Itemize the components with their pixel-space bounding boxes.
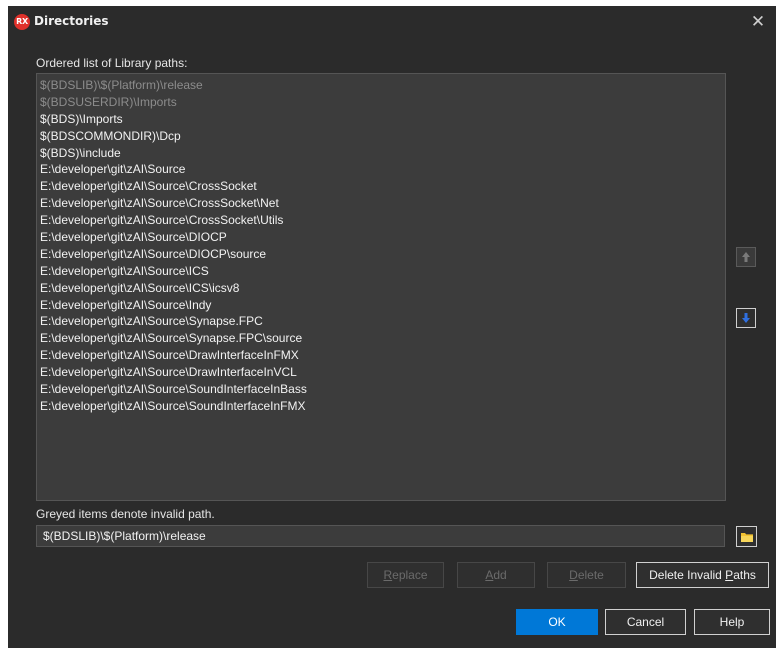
list-item[interactable]: $(BDS)\include (40, 145, 722, 162)
cancel-label: Cancel (626, 615, 665, 629)
path-input[interactable] (36, 525, 725, 547)
list-item[interactable]: E:\developer\git\zAI\Source\CrossSocket (40, 178, 722, 195)
directories-dialog: RX Directories ✕ Ordered list of Library… (8, 6, 776, 648)
list-item[interactable]: E:\developer\git\zAI\Source\DIOCP (40, 229, 722, 246)
browse-folder-button[interactable] (736, 526, 757, 547)
window-title: Directories (34, 14, 109, 28)
list-item[interactable]: E:\developer\git\zAI\Source\DIOCP\source (40, 246, 722, 263)
list-item[interactable]: E:\developer\git\zAI\Source\ICS (40, 263, 722, 280)
list-item[interactable]: E:\developer\git\zAI\Source\CrossSocket\… (40, 195, 722, 212)
replace-label: Replace (383, 568, 428, 582)
list-item[interactable]: E:\developer\git\zAI\Source (40, 161, 722, 178)
list-item[interactable]: $(BDSCOMMONDIR)\Dcp (40, 128, 722, 145)
ok-label: OK (548, 615, 566, 629)
list-item[interactable]: E:\developer\git\zAI\Source\SoundInterfa… (40, 381, 722, 398)
list-item[interactable]: E:\developer\git\zAI\Source\DrawInterfac… (40, 364, 722, 381)
move-down-button[interactable] (736, 308, 756, 328)
add-label: Add (485, 568, 507, 582)
add-button[interactable]: Add (457, 562, 535, 588)
folder-icon (740, 532, 753, 542)
replace-button[interactable]: Replace (367, 562, 444, 588)
arrow-down-icon (742, 313, 750, 323)
arrow-up-icon (742, 252, 750, 262)
help-button[interactable]: Help (694, 609, 770, 635)
library-path-list[interactable]: $(BDSLIB)\$(Platform)\release $(BDSUSERDI… (36, 73, 726, 501)
delete-invalid-paths-label: Delete Invalid Paths (649, 568, 756, 582)
list-item[interactable]: E:\developer\git\zAI\Source\DrawInterfac… (40, 347, 722, 364)
list-item[interactable]: E:\developer\git\zAI\Source\SoundInterfa… (40, 398, 722, 415)
help-label: Help (719, 615, 745, 629)
close-icon: ✕ (750, 12, 766, 32)
list-item[interactable]: E:\developer\git\zAI\Source\Synapse.FPC\… (40, 330, 722, 347)
list-item[interactable]: $(BDSLIB)\$(Platform)\release (40, 77, 722, 94)
list-item[interactable]: $(BDS)\Imports (40, 111, 722, 128)
delete-button[interactable]: Delete (547, 562, 626, 588)
cancel-button[interactable]: Cancel (605, 609, 686, 635)
invalid-path-note: Greyed items denote invalid path. (36, 507, 215, 521)
list-item[interactable]: E:\developer\git\zAI\Source\Indy (40, 297, 722, 314)
close-button[interactable]: ✕ (746, 10, 770, 34)
ok-button[interactable]: OK (516, 609, 598, 635)
list-item[interactable]: E:\developer\git\zAI\Source\Synapse.FPC (40, 313, 722, 330)
list-item[interactable]: E:\developer\git\zAI\Source\ICS\icsv8 (40, 280, 722, 297)
list-item[interactable]: $(BDSUSERDIR)\Imports (40, 94, 722, 111)
list-item[interactable]: E:\developer\git\zAI\Source\CrossSocket\… (40, 212, 722, 229)
delete-invalid-paths-button[interactable]: Delete Invalid Paths (636, 562, 769, 588)
delete-label: Delete (569, 568, 604, 582)
list-heading: Ordered list of Library paths: (36, 56, 188, 70)
rx-app-icon: RX (14, 14, 30, 30)
move-up-button[interactable] (736, 247, 756, 267)
title-bar: RX Directories ✕ (8, 6, 776, 38)
